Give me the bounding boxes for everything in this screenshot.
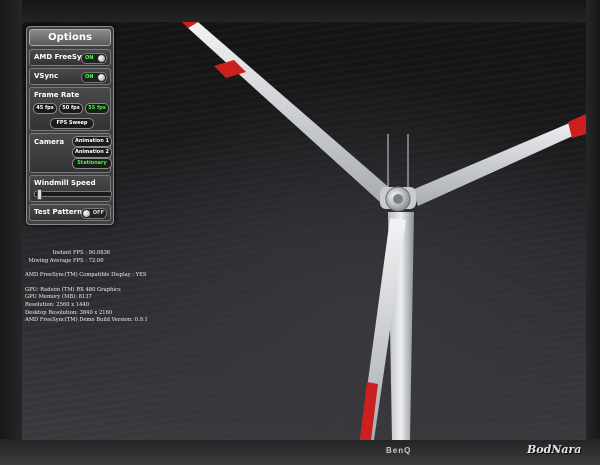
test-pattern-toggle-state: OFF — [92, 210, 104, 216]
monitor: BenQ BodNara Options AMD FreeSync™ ON VS… — [0, 0, 600, 465]
windmill-speed-label: Windmill Speed — [34, 179, 96, 187]
moving-average-line: Moving Average FPS : 72.00 — [25, 258, 148, 266]
vsync-label: VSync — [34, 72, 59, 80]
camera-animation-2-button[interactable]: Animation 2 — [72, 147, 112, 158]
vsync-toggle-state: ON — [85, 74, 94, 80]
windmill-blade-right — [412, 116, 586, 206]
freesync-row: AMD FreeSync™ ON — [29, 49, 111, 66]
monitor-bezel-right — [586, 0, 600, 465]
resolution-text: Resolution: 2560 x 1440 — [25, 301, 89, 308]
fps-sweep-button[interactable]: FPS Sweep — [50, 118, 94, 129]
options-title: Options — [29, 29, 111, 46]
fps-50-button[interactable]: 50 fps — [59, 103, 83, 114]
toggle-knob-icon — [83, 210, 90, 217]
monitor-bezel-top — [0, 0, 600, 22]
monitor-bezel-bottom — [0, 439, 600, 465]
vsync-row: VSync ON — [29, 68, 111, 85]
options-panel: Options AMD FreeSync™ ON VSync ON Frame … — [26, 26, 114, 225]
fps-45-button[interactable]: 45 fps — [33, 103, 57, 114]
fps-55-button[interactable]: 55 fps — [85, 103, 109, 114]
frame-rate-row: Frame Rate 45 fps 50 fps 55 fps FPS Swee… — [29, 87, 111, 131]
test-pattern-toggle[interactable]: OFF — [81, 208, 107, 219]
camera-label: Camera — [34, 138, 65, 146]
camera-stationary-button[interactable]: Stationary — [72, 158, 112, 169]
freesync-toggle-state: ON — [85, 55, 94, 61]
freesync-toggle[interactable]: ON — [81, 53, 107, 64]
frame-rate-label: Frame Rate — [34, 91, 80, 99]
camera-animation-1-button[interactable]: Animation 1 — [72, 136, 112, 147]
vsync-toggle[interactable]: ON — [81, 72, 107, 83]
watermark-logo: BodNara — [527, 443, 582, 456]
toggle-knob-icon — [98, 55, 105, 62]
moving-average-label: Moving Average FPS : — [28, 257, 87, 264]
compatible-display-text: AMD FreeSync(TM) Compatible Display : YE… — [25, 272, 147, 279]
monitor-brand-logo: BenQ — [386, 446, 412, 455]
build-version-text: AMD FreeSync(TM) Demo Build Version: 0.9… — [25, 317, 148, 324]
instant-fps-line: Instant FPS : 90.0836 — [25, 250, 148, 258]
windmill-speed-row: Windmill Speed — [29, 175, 112, 202]
instant-fps-value: 90.0836 — [88, 250, 111, 256]
windmill-hub-center — [393, 194, 403, 204]
windmill-blade-upper-left — [188, 22, 392, 202]
test-pattern-label: Test Pattern — [34, 208, 83, 216]
monitor-bezel-left — [0, 0, 22, 465]
demo-screen: Options AMD FreeSync™ ON VSync ON Frame … — [22, 22, 586, 440]
instant-fps-label: Instant FPS : — [52, 250, 87, 256]
windmill-speed-slider[interactable] — [34, 189, 112, 200]
camera-row: Camera Animation 1 Animation 2 Stationar… — [29, 133, 112, 173]
stats-overlay: Instant FPS : 90.0836 Moving Average FPS… — [25, 250, 148, 325]
gpu-memory-text: GPU Memory (MB): 8137 — [25, 294, 92, 301]
toggle-knob-icon — [98, 74, 105, 81]
moving-average-value: 72.00 — [88, 257, 104, 264]
slider-thumb[interactable] — [37, 189, 43, 200]
test-pattern-row: Test Pattern OFF — [29, 204, 111, 221]
